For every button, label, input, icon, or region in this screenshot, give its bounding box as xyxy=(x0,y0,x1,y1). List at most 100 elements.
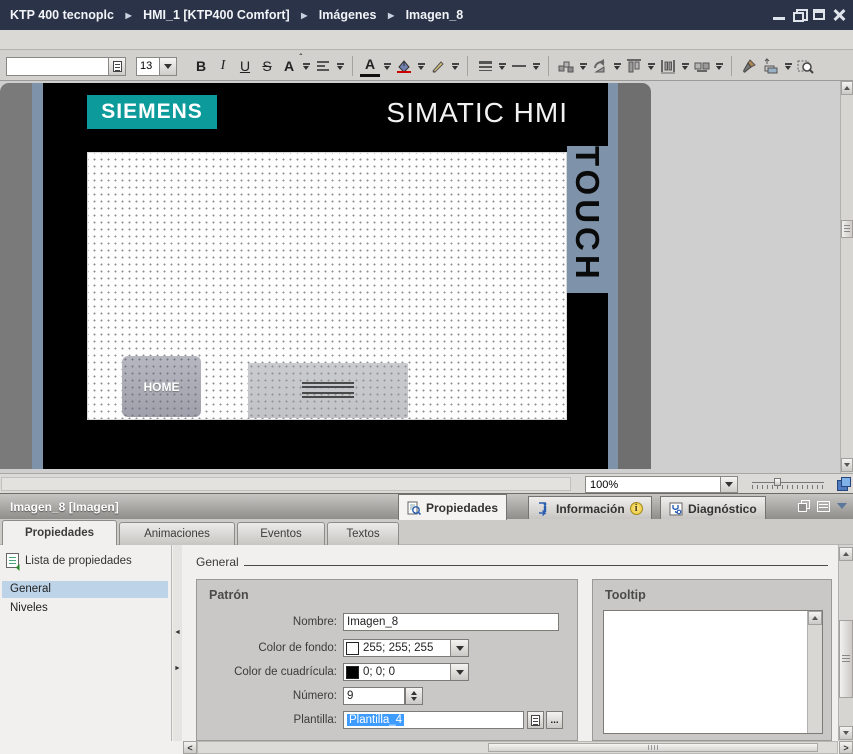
close-icon[interactable] xyxy=(833,9,845,20)
subtab-propiedades[interactable]: Propiedades xyxy=(2,520,117,545)
sidebar-splitter[interactable]: ◄ ► xyxy=(173,545,182,741)
font-family-input[interactable] xyxy=(6,57,109,76)
font-color-dropdown[interactable] xyxy=(382,55,392,77)
color-cuadricula-combo[interactable]: 0; 0; 0 xyxy=(343,663,469,681)
scroll-left-button[interactable]: < xyxy=(183,741,197,754)
canvas-vertical-scrollbar[interactable] xyxy=(840,81,853,473)
plantilla-browse-button[interactable]: ... xyxy=(546,711,563,729)
columns-icon xyxy=(626,58,642,74)
same-size-dropdown[interactable] xyxy=(714,55,724,77)
numero-input[interactable] xyxy=(343,687,405,705)
zoom-area-button[interactable] xyxy=(795,55,816,77)
distribute-dropdown[interactable] xyxy=(680,55,690,77)
fill-color-dropdown[interactable] xyxy=(416,55,426,77)
scroll-down-button[interactable] xyxy=(839,726,853,740)
font-size-combo[interactable] xyxy=(136,57,177,76)
font-list-button[interactable] xyxy=(109,57,126,76)
scrollbar-thumb[interactable] xyxy=(488,743,818,752)
align-dropdown[interactable] xyxy=(335,55,345,77)
rotate-dropdown[interactable] xyxy=(612,55,622,77)
tooltip-scrollbar[interactable] xyxy=(807,611,822,733)
breadcrumb-item-imagenes[interactable]: Imágenes xyxy=(319,8,377,22)
font-size-input[interactable] xyxy=(136,57,160,76)
plantilla-input[interactable]: Plantilla_4 xyxy=(343,711,524,729)
layer-order-button[interactable] xyxy=(761,55,781,77)
line-weight-button[interactable] xyxy=(509,55,529,77)
scrollbar-thumb[interactable] xyxy=(839,620,853,698)
distribute-button[interactable] xyxy=(658,55,678,77)
screen-editor-canvas[interactable]: SIEMENS SIMATIC HMI TOUCH HOME xyxy=(0,81,853,473)
arrange-objects-button[interactable] xyxy=(556,55,576,77)
align-columns-button[interactable] xyxy=(624,55,644,77)
line-color-button[interactable] xyxy=(428,55,448,77)
arrange-dropdown[interactable] xyxy=(578,55,588,77)
same-size-button[interactable] xyxy=(692,55,712,77)
plantilla-list-button[interactable] xyxy=(527,711,544,729)
fill-color-button[interactable] xyxy=(394,55,414,77)
font-color-button[interactable]: A xyxy=(360,55,380,77)
home-screen-button[interactable]: HOME xyxy=(122,356,201,417)
font-grow-dropdown[interactable] xyxy=(301,55,311,77)
subtab-animaciones[interactable]: Animaciones xyxy=(119,522,235,545)
scrollbar-thumb[interactable] xyxy=(841,220,853,238)
sidebar-item-niveles[interactable]: Niveles xyxy=(2,600,168,617)
subtab-eventos[interactable]: Eventos xyxy=(237,522,325,545)
align-button[interactable] xyxy=(313,55,333,77)
layer-order-dropdown[interactable] xyxy=(783,55,793,77)
line-style-dropdown[interactable] xyxy=(497,55,507,77)
maximize-icon[interactable] xyxy=(813,9,825,20)
float-panel-icon[interactable] xyxy=(798,500,810,512)
scroll-down-button[interactable] xyxy=(841,458,853,472)
zoom-combo[interactable] xyxy=(585,476,738,493)
inspector-vertical-scrollbar[interactable] xyxy=(838,545,853,741)
minimize-icon[interactable] xyxy=(773,9,785,20)
scroll-right-button[interactable]: > xyxy=(839,741,853,754)
tab-diagnostico[interactable]: Diagnóstico xyxy=(660,496,766,520)
splitter-right-icon[interactable]: ► xyxy=(174,665,181,672)
breadcrumb-item-hmi[interactable]: HMI_1 [KTP400 Comfort] xyxy=(143,8,290,22)
scroll-up-button[interactable] xyxy=(839,547,853,561)
align-columns-dropdown[interactable] xyxy=(646,55,656,77)
line-weight-dropdown[interactable] xyxy=(531,55,541,77)
strikethrough-button[interactable]: S xyxy=(257,55,277,77)
splitter-left-icon[interactable]: ◄ xyxy=(174,629,181,636)
scroll-up-button[interactable] xyxy=(808,611,822,625)
zoom-input[interactable] xyxy=(586,477,720,492)
bold-button[interactable]: B xyxy=(191,55,211,77)
breadcrumb-item-project[interactable]: KTP 400 tecnoplc xyxy=(10,8,114,22)
plantilla-selected-text: Plantilla_4 xyxy=(347,714,404,726)
inspector-horizontal-scrollbar[interactable] xyxy=(197,741,838,754)
zoom-dropdown-button[interactable] xyxy=(720,477,737,492)
nombre-input[interactable] xyxy=(343,613,559,631)
simatic-hmi-label: SIMATIC HMI xyxy=(386,97,568,129)
color-fondo-combo[interactable]: 255; 255; 255 xyxy=(343,639,469,657)
format-painter-button[interactable] xyxy=(739,55,759,77)
zoom-slider[interactable] xyxy=(752,478,824,490)
panel-menu-icon[interactable] xyxy=(817,501,830,512)
fit-to-screen-icon[interactable] xyxy=(837,477,850,490)
font-family-combo[interactable] xyxy=(6,57,126,76)
numero-spinner[interactable] xyxy=(405,687,423,705)
font-size-dropdown-button[interactable] xyxy=(160,57,177,76)
rotate-button[interactable] xyxy=(590,55,610,77)
numero-label: Número: xyxy=(203,690,337,702)
italic-button[interactable]: I xyxy=(213,55,233,77)
font-grow-button[interactable]: Aˆ xyxy=(279,55,299,77)
underline-button[interactable]: U xyxy=(235,55,255,77)
canvas-horizontal-scrollbar[interactable] xyxy=(1,477,571,491)
slider-thumb[interactable] xyxy=(774,478,781,486)
tooltip-textarea[interactable] xyxy=(604,611,807,733)
tab-informacion[interactable]: Información i xyxy=(528,496,652,520)
sidebar-item-general[interactable]: General xyxy=(2,581,168,598)
menu-lines-button[interactable] xyxy=(248,363,408,418)
restore-icon[interactable] xyxy=(793,9,805,20)
subtab-textos[interactable]: Textos xyxy=(327,522,399,545)
breadcrumb-item-imagen8[interactable]: Imagen_8 xyxy=(406,8,464,22)
line-style-button[interactable] xyxy=(475,55,495,77)
color-cuadricula-dropdown[interactable] xyxy=(450,664,468,680)
tab-propiedades[interactable]: Propiedades xyxy=(398,494,507,520)
collapse-panel-icon[interactable] xyxy=(837,503,847,509)
color-fondo-dropdown[interactable] xyxy=(450,640,468,656)
line-color-dropdown[interactable] xyxy=(450,55,460,77)
scroll-up-button[interactable] xyxy=(841,81,853,95)
